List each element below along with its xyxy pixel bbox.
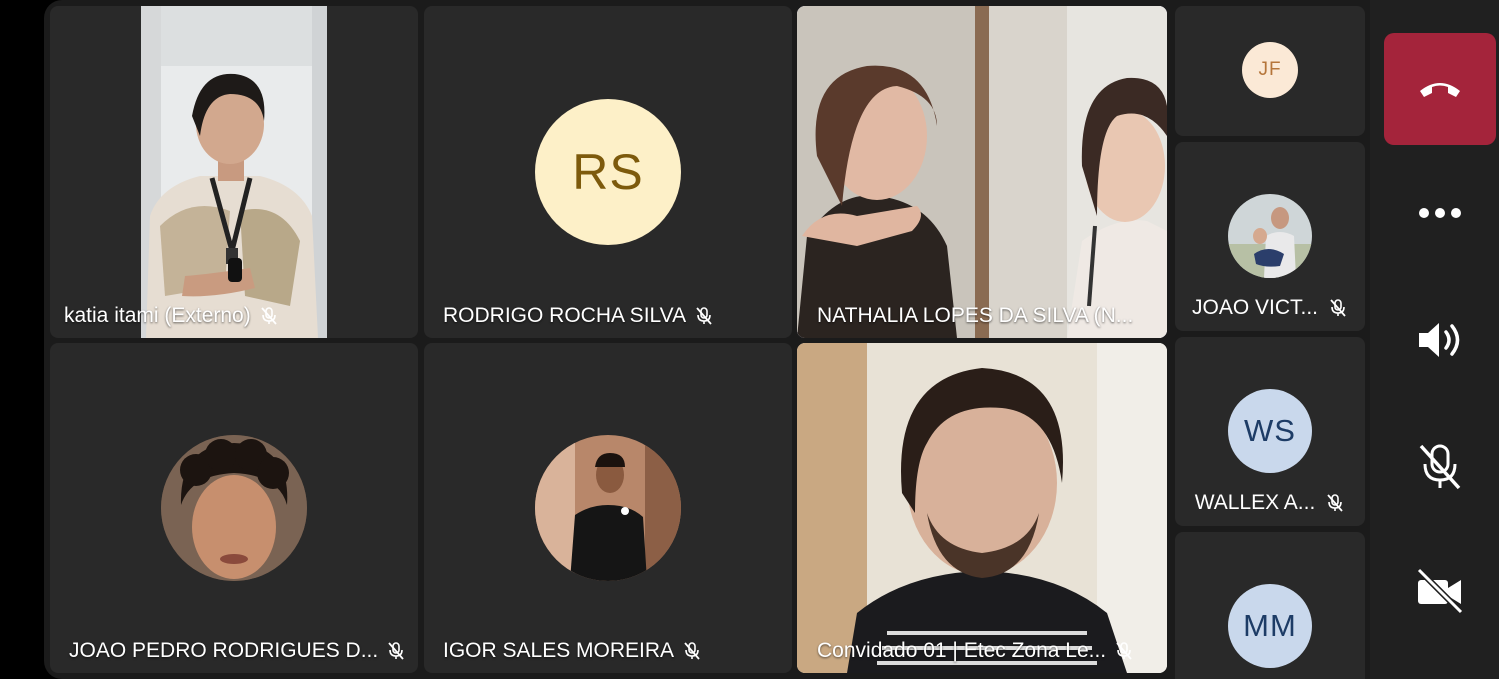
- more-options-button[interactable]: [1395, 190, 1485, 236]
- camera-off-icon: [1416, 568, 1464, 614]
- mic-muted-icon: [1330, 299, 1346, 317]
- mic-muted-icon: [1327, 494, 1343, 512]
- participant-name-bar: Convidado 01 | Etec Zona Le...: [817, 639, 1134, 663]
- participant-name: Convidado 01 | Etec Zona Le...: [817, 639, 1107, 662]
- avatar-initials: JF: [1258, 59, 1282, 80]
- participant-tile-convidado[interactable]: Convidado 01 | Etec Zona Le...: [797, 343, 1167, 673]
- speaker-icon: [1419, 323, 1460, 357]
- participant-name: WALLEX A...: [1194, 491, 1316, 514]
- participant-name-bar: NATHALIA LOPES DA SILVA (N...: [817, 304, 1133, 328]
- mic-muted-icon: [261, 307, 277, 325]
- participant-name-bar: IGOR SALES MOREIRA: [443, 639, 702, 663]
- participant-name-bar: JOAO PEDRO RODRIGUES D...: [69, 639, 406, 663]
- participant-name: IGOR SALES MOREIRA: [443, 639, 675, 662]
- avatar-photo: [1228, 194, 1312, 278]
- avatar-initials: RS: [572, 144, 644, 200]
- participant-name: JOAO PEDRO RODRIGUES D...: [69, 639, 379, 662]
- end-call-icon: [1420, 83, 1460, 97]
- camera-toggle-button[interactable]: [1395, 565, 1485, 617]
- participant-name-bar: katia itami (Externo): [64, 304, 279, 328]
- end-call-button[interactable]: [1384, 33, 1496, 145]
- mic-off-icon: [1419, 444, 1461, 490]
- participant-tile-rodrigo[interactable]: RS RODRIGO ROCHA SILVA: [424, 6, 792, 338]
- avatar-initials: MM: [1243, 608, 1297, 643]
- participant-video: [797, 343, 1167, 673]
- side-participant-jf[interactable]: JF: [1175, 6, 1365, 136]
- participant-video: [797, 6, 1167, 338]
- avatar-initials: WS: [1244, 413, 1296, 448]
- participant-name: katia itami (Externo): [64, 304, 251, 327]
- participant-name-bar: RODRIGO ROCHA SILVA: [443, 304, 714, 328]
- avatar: RS: [535, 99, 681, 245]
- microphone-toggle-button[interactable]: [1395, 440, 1485, 492]
- participant-name: JOAO VICT...: [1191, 296, 1319, 319]
- avatar: MM: [1228, 584, 1312, 668]
- participant-name-bar: WALLEX A...: [1175, 491, 1365, 515]
- participant-video: [50, 6, 418, 338]
- side-participant-mm[interactable]: MM: [1175, 532, 1365, 679]
- mic-muted-icon: [696, 307, 712, 325]
- avatar: WS: [1228, 389, 1312, 473]
- avatar: JF: [1242, 42, 1298, 98]
- participant-name-bar: JOAO VICT...: [1175, 296, 1365, 320]
- participant-name: RODRIGO ROCHA SILVA: [443, 304, 687, 327]
- participant-tile-nathalia[interactable]: NATHALIA LOPES DA SILVA (N...: [797, 6, 1167, 338]
- avatar-photo: [535, 435, 681, 581]
- side-participant-wallex[interactable]: WS WALLEX A...: [1175, 337, 1365, 526]
- side-participant-joao-victor[interactable]: JOAO VICT...: [1175, 142, 1365, 331]
- participant-tile-katia[interactable]: katia itami (Externo): [50, 6, 418, 338]
- participant-tile-joao-pedro[interactable]: JOAO PEDRO RODRIGUES D...: [50, 343, 418, 673]
- mic-muted-icon: [1116, 642, 1132, 660]
- participant-tile-igor[interactable]: IGOR SALES MOREIRA: [424, 343, 792, 673]
- avatar-photo: [161, 435, 307, 581]
- more-options-icon: [1419, 208, 1461, 218]
- speaker-button[interactable]: [1395, 315, 1485, 365]
- mic-muted-icon: [388, 642, 404, 660]
- mic-muted-icon: [684, 642, 700, 660]
- participant-name: NATHALIA LOPES DA SILVA (N...: [817, 304, 1134, 327]
